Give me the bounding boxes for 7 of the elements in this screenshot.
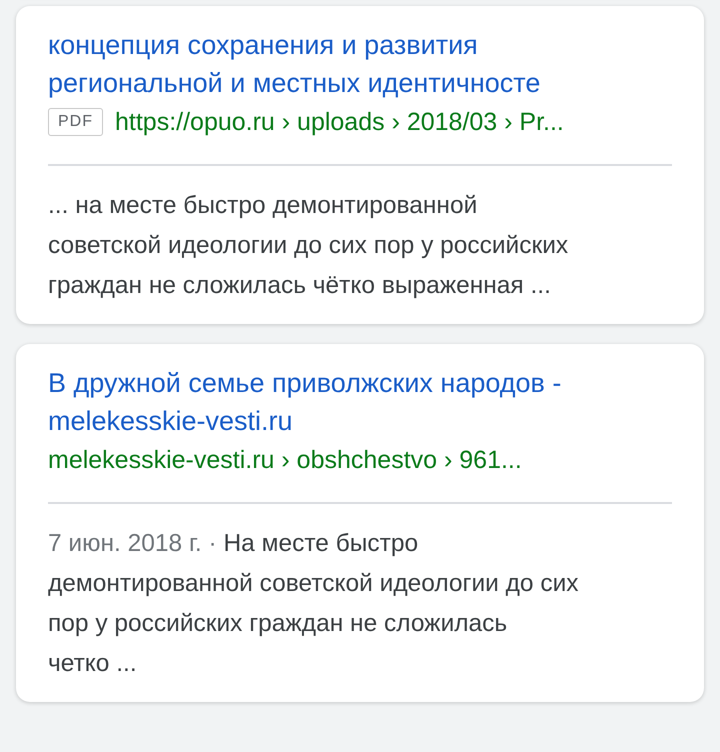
result-snippet: ... на месте быстро демонтированной советской идеологии до сих пор у российских граждан не сложилась чётко выраженная ... [48, 191, 570, 301]
file-type-label: PDF [48, 108, 103, 136]
result-title-link[interactable]: концепция сохранения и развития региональной и местных идентичносте [48, 26, 672, 102]
result-title-link[interactable]: В дружной семье приволжских народов - melekesskie-vesti.ru [48, 364, 672, 440]
result-url: https://opuo.ru › uploads › 2018/03 › Pr... [115, 107, 564, 138]
result-snippet: 7 июн. 2018 г. · На месте быстро демонтированной советской идеологии до сих пор у российских граждан не сложилась четко ... [48, 529, 580, 679]
result-url: melekesskie-vesti.ru › obshchestvo › 961... [48, 445, 522, 476]
